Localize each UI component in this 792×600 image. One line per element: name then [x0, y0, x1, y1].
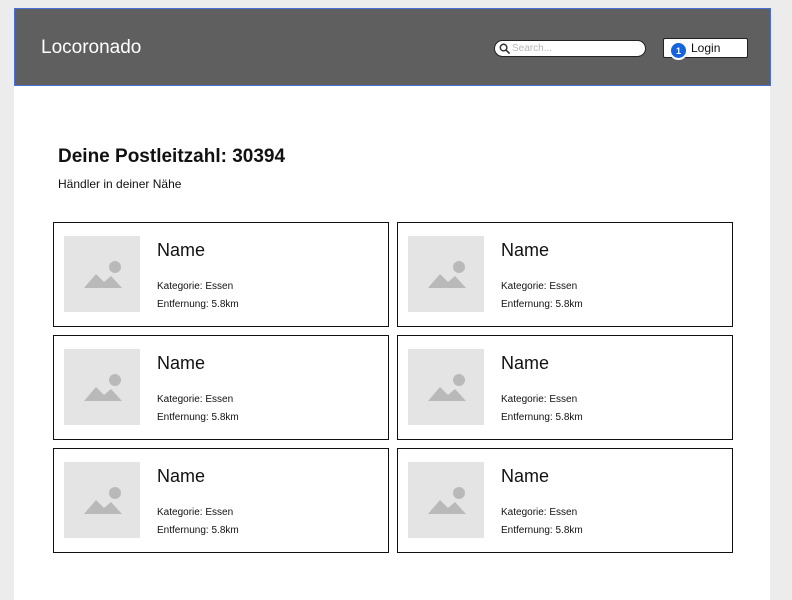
search-input[interactable] — [512, 41, 632, 56]
image-placeholder-icon — [408, 236, 484, 312]
merchant-name[interactable]: Name — [501, 353, 549, 374]
navbar: Locoronado 1 Login — [14, 8, 771, 86]
postal-code-heading: Deine Postleitzahl: 30394 — [58, 146, 286, 167]
image-placeholder-icon — [64, 236, 140, 312]
nearby-merchants-subtitle: Händler in deiner Nähe — [58, 177, 182, 191]
merchant-card[interactable]: Name Kategorie: Essen Entfernung: 5.8km — [53, 335, 389, 440]
merchant-name[interactable]: Name — [157, 353, 205, 374]
search-box[interactable] — [494, 40, 646, 57]
merchant-card[interactable]: Name Kategorie: Essen Entfernung: 5.8km — [397, 448, 733, 553]
image-placeholder-icon — [64, 462, 140, 538]
merchant-name[interactable]: Name — [157, 240, 205, 261]
login-label: Login — [691, 41, 721, 55]
merchant-card[interactable]: Name Kategorie: Essen Entfernung: 5.8km — [397, 335, 733, 440]
search-icon — [499, 43, 510, 54]
merchant-grid: Name Kategorie: Essen Entfernung: 5.8km … — [53, 222, 733, 553]
login-button[interactable]: 1 Login — [663, 38, 748, 60]
merchant-distance: Entfernung: 5.8km — [501, 412, 583, 423]
image-placeholder-icon — [408, 349, 484, 425]
merchant-card[interactable]: Name Kategorie: Essen Entfernung: 5.8km — [53, 448, 389, 553]
notification-badge: 1 — [669, 41, 688, 60]
merchant-category: Kategorie: Essen — [501, 394, 578, 405]
image-placeholder-icon — [64, 349, 140, 425]
merchant-distance: Entfernung: 5.8km — [157, 525, 239, 536]
merchant-category: Kategorie: Essen — [157, 394, 234, 405]
merchant-category: Kategorie: Essen — [157, 281, 234, 292]
image-placeholder-icon — [408, 462, 484, 538]
merchant-category: Kategorie: Essen — [157, 507, 234, 518]
merchant-card[interactable]: Name Kategorie: Essen Entfernung: 5.8km — [397, 222, 733, 327]
merchant-category: Kategorie: Essen — [501, 281, 578, 292]
merchant-distance: Entfernung: 5.8km — [501, 525, 583, 536]
merchant-name[interactable]: Name — [157, 466, 205, 487]
brand-logo[interactable]: Locoronado — [41, 37, 141, 59]
merchant-distance: Entfernung: 5.8km — [157, 412, 239, 423]
merchant-distance: Entfernung: 5.8km — [501, 299, 583, 310]
merchant-name[interactable]: Name — [501, 466, 549, 487]
merchant-card[interactable]: Name Kategorie: Essen Entfernung: 5.8km — [53, 222, 389, 327]
merchant-name[interactable]: Name — [501, 240, 549, 261]
merchant-category: Kategorie: Essen — [501, 507, 578, 518]
merchant-distance: Entfernung: 5.8km — [157, 299, 239, 310]
